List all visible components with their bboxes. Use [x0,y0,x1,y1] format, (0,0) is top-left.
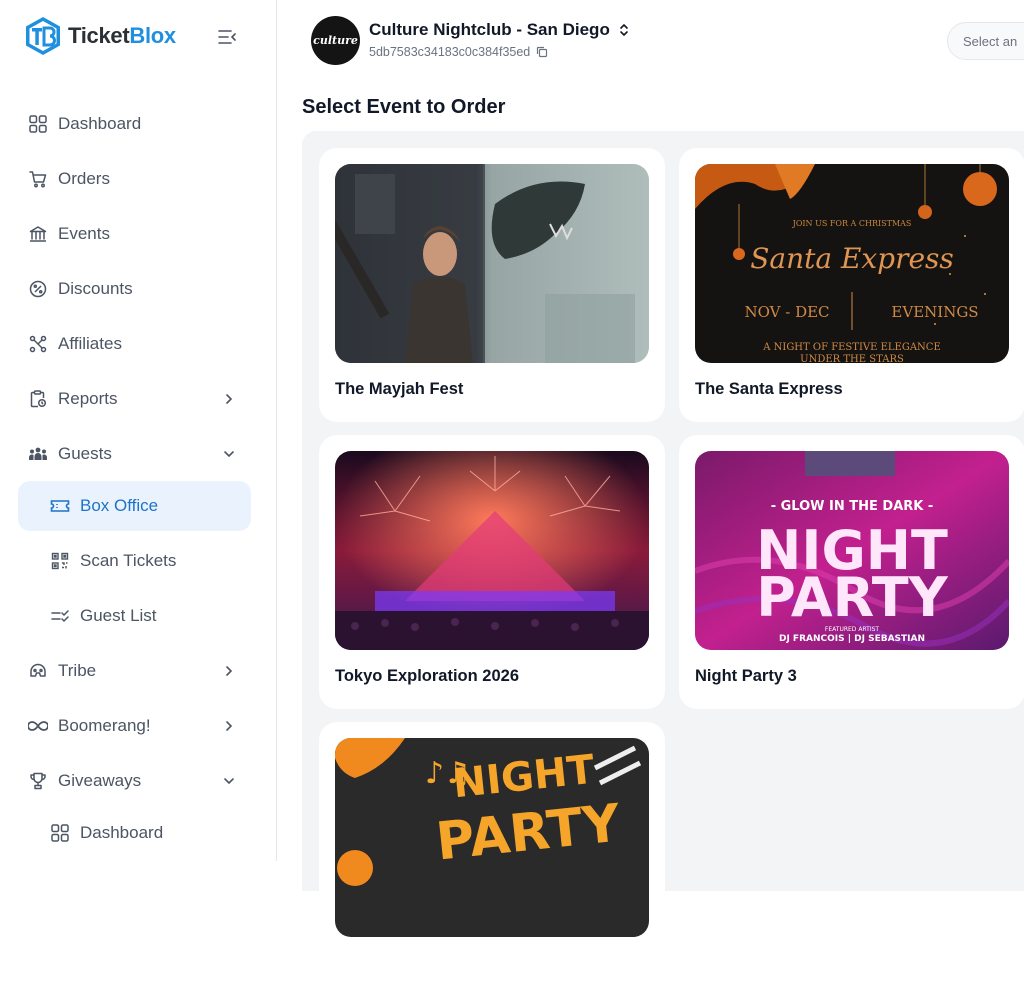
grid-icon [50,823,70,843]
trophy-icon [28,771,48,791]
sidebar-item-label: Dashboard [80,823,164,842]
poster-text: Santa Express [750,242,954,275]
venue-logo: culture [311,16,360,65]
qr-icon [50,551,70,571]
sidebar-item-label: Discounts [58,279,133,298]
chevron-right-icon [219,661,239,681]
sidebar-item-reports[interactable]: Reports [18,374,251,424]
sidebar-item-label: Scan Tickets [80,551,177,570]
sidebar-item-label: Tribe [58,661,97,680]
ticket-icon [50,496,70,516]
grid-icon [28,114,48,134]
poster-text: - GLOW IN THE DARK - [771,499,934,514]
chevron-right-icon [219,716,239,736]
sidebar-item-giveaways-dashboard[interactable]: Dashboard [18,808,251,858]
venue-id-row: 5db7583c34183c0c384f35ed [369,45,548,59]
report-icon [28,389,48,409]
poster-text: FEATURED ARTIST [825,626,880,633]
collapse-sidebar-icon[interactable] [216,26,238,48]
venue-id: 5db7583c34183c0c384f35ed [369,45,531,59]
sidebar-item-label: Dashboard [58,114,142,133]
checklist-icon [50,606,70,626]
chevron-up-down-icon [618,22,630,38]
event-card[interactable]: The Mayjah Fest [319,148,665,422]
sidebar-item-label: Orders [58,169,110,188]
sidebar-item-scan-tickets[interactable]: Scan Tickets [18,536,251,586]
main-content: culture Culture Nightclub - San Diego 5d… [278,0,1024,996]
sidebar-item-label: Boomerang! [58,716,151,735]
ticketblox-logo-icon [26,17,60,55]
event-card[interactable]: ♪♫ NIGHT PARTY [319,722,665,996]
copy-icon[interactable] [536,46,548,58]
sidebar-item-dashboard[interactable]: Dashboard [18,99,251,149]
sidebar-item-box-office[interactable]: Box Office [18,481,251,531]
building-icon [28,224,48,244]
network-icon [28,334,48,354]
sidebar-item-label: Reports [58,389,118,408]
poster-text: NOV - DEC [744,303,829,321]
event-card[interactable]: JOIN US FOR A CHRISTMAS Santa Express NO… [679,148,1024,422]
venue-name: Culture Nightclub - San Diego [369,20,610,39]
sidebar-item-tribe[interactable]: Tribe [18,646,251,696]
venue-selector[interactable]: Culture Nightclub - San Diego [369,20,630,40]
sidebar-item-label: Giveaways [58,771,142,790]
event-image: JOIN US FOR A CHRISTMAS Santa Express NO… [695,164,1009,363]
sidebar-item-guest-list[interactable]: Guest List [18,591,251,641]
sidebar-item-giveaways[interactable]: Giveaways [18,756,251,806]
sidebar-item-discounts[interactable]: Discounts [18,264,251,314]
sidebar-item-label: Guest List [80,606,157,625]
sidebar: TicketBlox Dashboard Orders Events Disco… [0,0,277,861]
people-icon [28,444,48,464]
cart-icon [28,169,48,189]
sidebar-item-label: Affiliates [58,334,122,353]
page-title: Select Event to Order [302,96,506,118]
event-title: Night Party 3 [695,667,797,685]
brand-logo[interactable]: TicketBlox [22,15,176,57]
percent-icon [28,279,48,299]
poster-text: A NIGHT OF FESTIVE ELEGANCE [762,342,941,353]
event-title: The Mayjah Fest [335,380,464,398]
chevron-right-icon [219,389,239,409]
sidebar-item-label: Guests [58,444,112,463]
sidebar-item-label: Box Office [80,496,159,515]
poster-text: UNDER THE STARS [800,354,904,363]
sidebar-item-affiliates[interactable]: Affiliates [18,319,251,369]
event-image [335,164,649,363]
helmet-icon [28,661,48,681]
sidebar-item-label: Events [58,224,110,243]
chevron-down-icon [219,771,239,791]
event-image [335,451,649,650]
event-image: - GLOW IN THE DARK - NIGHT PARTY FEATURE… [695,451,1009,650]
brand-name: TicketBlox [68,23,176,48]
poster-text: PARTY [756,566,948,629]
event-card[interactable]: - GLOW IN THE DARK - NIGHT PARTY FEATURE… [679,435,1024,709]
event-title: The Santa Express [695,380,843,398]
event-image: ♪♫ NIGHT PARTY [335,738,649,937]
select-dropdown[interactable]: Select an [947,22,1024,60]
infinity-icon [28,716,48,736]
sidebar-item-orders[interactable]: Orders [18,154,251,204]
event-title: Tokyo Exploration 2026 [335,667,519,685]
sidebar-item-events[interactable]: Events [18,209,251,259]
poster-text: DJ FRANCOIS | DJ SEBASTIAN [779,634,925,644]
event-card[interactable]: Tokyo Exploration 2026 [319,435,665,709]
chevron-down-icon [219,444,239,464]
sidebar-item-guests[interactable]: Guests [18,429,251,479]
poster-text: EVENINGS [891,303,978,321]
poster-text: JOIN US FOR A CHRISTMAS [792,219,912,228]
sidebar-item-boomerang[interactable]: Boomerang! [18,701,251,751]
